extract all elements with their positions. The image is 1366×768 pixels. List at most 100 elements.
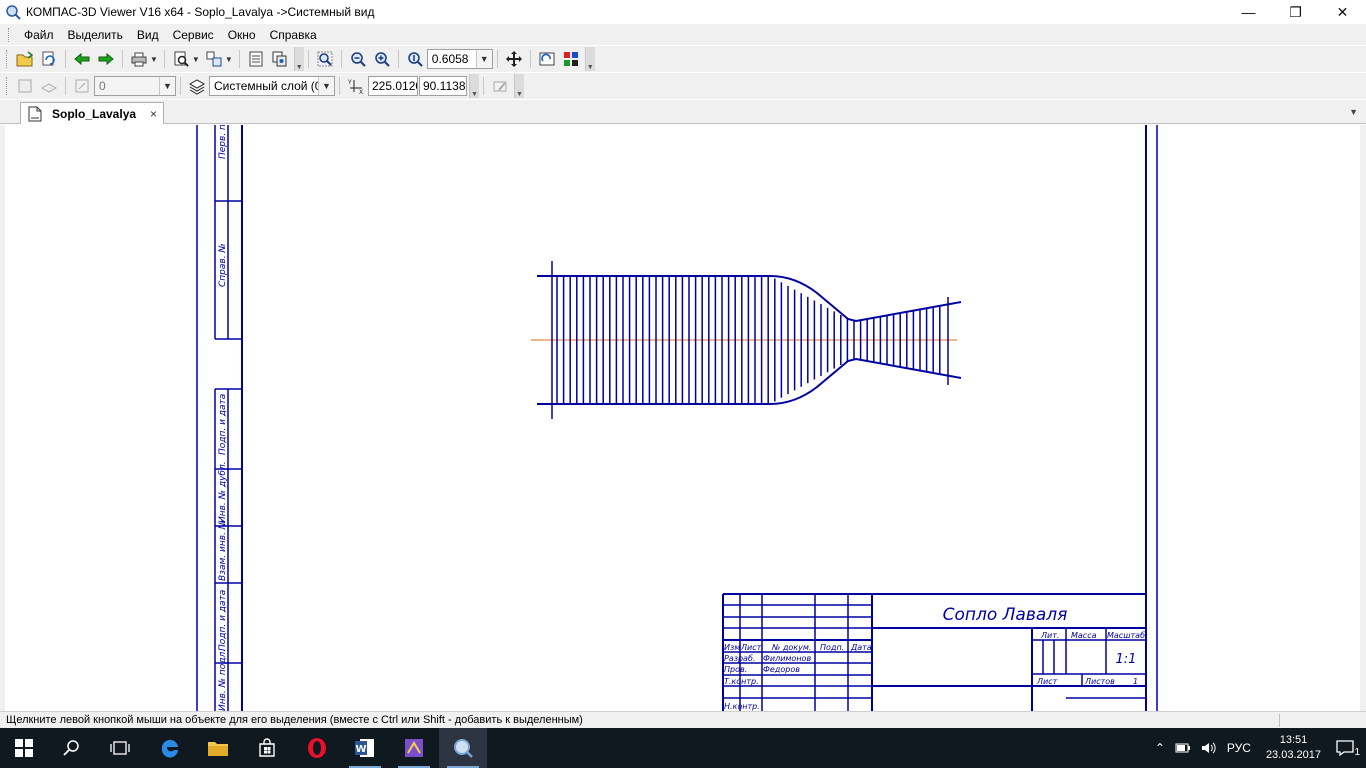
state-button-3[interactable] <box>71 75 93 97</box>
preview-button[interactable] <box>170 48 192 70</box>
start-button[interactable] <box>0 728 48 768</box>
pan-button[interactable] <box>503 48 525 70</box>
side-label: Инв. № подл. <box>218 649 228 711</box>
visual-studio-button[interactable] <box>390 728 438 768</box>
tab-soplo-lavalya[interactable]: Soplo_Lavalya × <box>20 102 164 124</box>
scale-label: Масштаб <box>1107 631 1145 640</box>
zoom-window-button[interactable] <box>314 48 336 70</box>
stamp-header: Дата <box>850 643 872 652</box>
kompas-viewer-taskbar-button[interactable] <box>439 728 487 768</box>
chevron-down-icon[interactable]: ▼ <box>475 50 492 68</box>
clock[interactable]: 13:51 23.03.2017 <box>1266 733 1321 763</box>
stamp-role: Разраб. <box>724 654 755 663</box>
coord-x-field[interactable]: 225.0120 <box>368 76 418 96</box>
word-button[interactable]: W <box>341 728 389 768</box>
title-block <box>722 593 1146 711</box>
store-button[interactable] <box>243 728 291 768</box>
word-icon: W <box>355 739 374 757</box>
views-button[interactable] <box>203 48 225 70</box>
menu-grip[interactable] <box>8 27 11 42</box>
redraw-button[interactable] <box>536 48 558 70</box>
layers-copy-icon <box>272 51 287 67</box>
menu-bar: Файл Выделить Вид Сервис Окно Справка <box>0 24 1366 45</box>
svg-text:W: W <box>355 744 366 755</box>
edge-browser-button[interactable] <box>146 728 194 768</box>
toolbar-separator <box>496 50 498 68</box>
action-center-icon[interactable]: 1 <box>1336 740 1360 758</box>
opera-browser-button[interactable] <box>293 728 341 768</box>
stamp-name: Федоров <box>763 665 800 674</box>
toolbar-separator <box>529 50 531 68</box>
search-button[interactable] <box>48 728 96 768</box>
view-number-combo[interactable]: 0 ▼ <box>94 76 176 96</box>
menu-file[interactable]: Файл <box>17 28 61 42</box>
clock-time: 13:51 <box>1279 734 1308 746</box>
show-hidden-icons-chevron-icon[interactable]: ⌃ <box>1155 741 1165 755</box>
preview-dropdown-arrow[interactable]: ▼ <box>192 55 200 64</box>
tab-close-icon[interactable]: × <box>150 107 157 121</box>
minimize-button[interactable]: — <box>1225 0 1272 24</box>
layer-combo[interactable]: Системный слой (0) ▼ <box>209 76 335 96</box>
drawing-sheet[interactable]: Перв. пр. Справ. № Подп. и дата Инв. № д… <box>5 125 1360 711</box>
window-controls: — ❐ ✕ <box>1225 0 1366 24</box>
stamp-header: Лист <box>740 643 762 652</box>
zoom-out-button[interactable] <box>347 48 369 70</box>
state-button-2[interactable] <box>38 75 60 97</box>
file-explorer-button[interactable] <box>194 728 242 768</box>
menu-view[interactable]: Вид <box>130 28 166 42</box>
toolbar-overflow[interactable]: ▼ <box>514 74 524 98</box>
toolbar-overflow[interactable]: ▼ <box>584 47 595 71</box>
coord-y-field[interactable]: 90.1138 <box>419 76 467 96</box>
restore-button[interactable]: ❐ <box>1272 0 1319 24</box>
sheets-value: 1 <box>1133 677 1138 686</box>
chevron-down-icon[interactable]: ▼ <box>159 77 175 95</box>
print-button[interactable] <box>128 48 150 70</box>
toolbar-separator <box>339 77 340 95</box>
layers-button[interactable] <box>269 48 291 70</box>
properties-button[interactable] <box>245 48 267 70</box>
volume-icon[interactable] <box>1201 741 1217 755</box>
windows-taskbar: W ⌃ РУС 13:51 23.03.2017 1 <box>0 728 1366 768</box>
toolbar-grip[interactable] <box>6 77 9 95</box>
toolbar-separator <box>65 77 66 95</box>
views-manager-icon <box>206 51 222 67</box>
zoom-combo[interactable]: 0.6058 ▼ <box>426 49 493 69</box>
cursor-coordinates-button[interactable]: YX <box>345 75 367 97</box>
redraw-icon <box>539 52 555 66</box>
input-language-indicator[interactable]: РУС <box>1227 741 1251 755</box>
state-button-1[interactable] <box>14 75 36 97</box>
toolbar-overflow[interactable]: ▼ <box>469 74 479 98</box>
side-label: Взам. инв. № <box>218 520 228 581</box>
side-labels: Перв. пр. Справ. № Подп. и дата Инв. № д… <box>218 125 228 711</box>
menu-service[interactable]: Сервис <box>166 28 221 42</box>
tab-list-chevron-icon[interactable]: ▼ <box>1349 107 1358 117</box>
document-properties-icon <box>249 51 263 67</box>
close-button[interactable]: ✕ <box>1319 0 1366 24</box>
back-button[interactable] <box>71 48 93 70</box>
battery-icon[interactable] <box>1175 742 1191 754</box>
printer-icon <box>131 52 147 67</box>
zoom-in-button[interactable] <box>371 48 393 70</box>
chevron-down-icon[interactable]: ▼ <box>318 77 334 95</box>
drawing-canvas[interactable]: Перв. пр. Справ. № Подп. и дата Инв. № д… <box>0 125 1366 711</box>
task-view-button[interactable] <box>96 728 144 768</box>
layer-button[interactable] <box>186 75 208 97</box>
toolbar-grip[interactable] <box>6 50 9 68</box>
toolbar-separator <box>397 50 399 68</box>
color-button[interactable] <box>560 48 582 70</box>
open-button[interactable] <box>14 48 36 70</box>
eraser-icon <box>493 81 507 92</box>
menu-help[interactable]: Справка <box>263 28 324 42</box>
zoom-scale-button[interactable] <box>404 48 426 70</box>
reload-button[interactable] <box>38 48 60 70</box>
move-arrows-icon <box>505 51 522 67</box>
views-dropdown-arrow[interactable]: ▼ <box>225 55 233 64</box>
menu-window[interactable]: Окно <box>221 28 263 42</box>
tab-label: Soplo_Lavalya <box>52 106 137 121</box>
toolbar-overflow[interactable]: ▼ <box>293 47 304 71</box>
menu-select[interactable]: Выделить <box>61 28 130 42</box>
side-label: Инв. № дубл. <box>218 461 228 523</box>
forward-button[interactable] <box>95 48 117 70</box>
print-dropdown-arrow[interactable]: ▼ <box>150 55 158 64</box>
properties-disabled-button[interactable] <box>489 75 511 97</box>
